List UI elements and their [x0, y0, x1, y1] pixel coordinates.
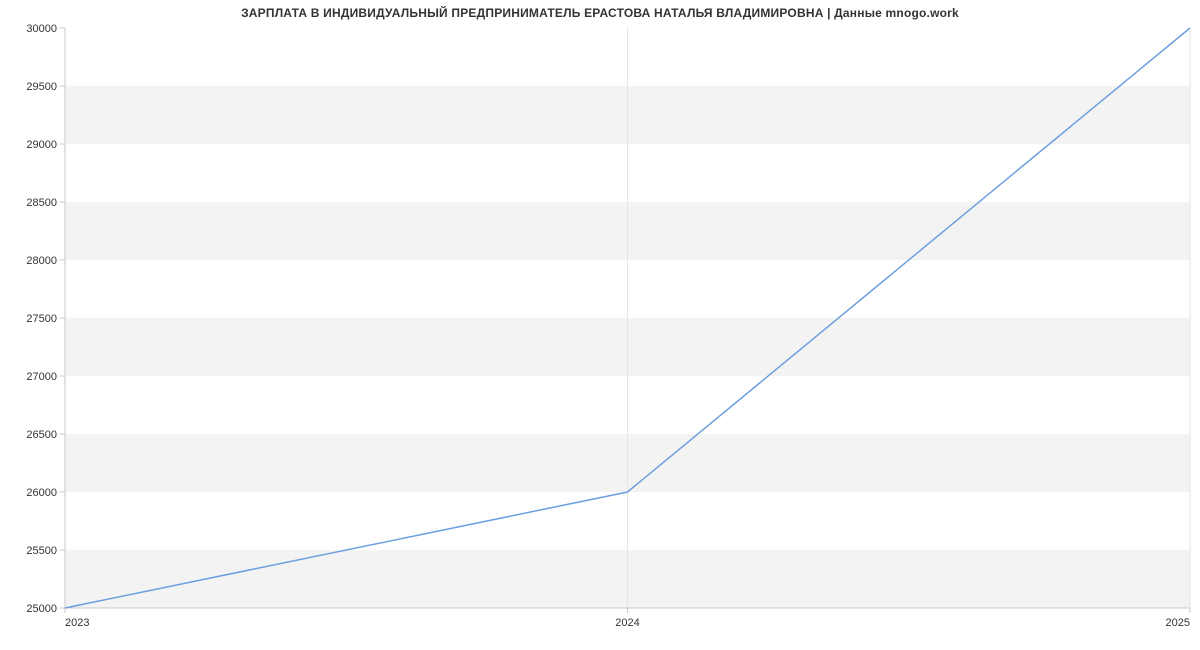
y-tick-label: 30000 [26, 23, 57, 35]
y-tick-label: 26500 [26, 429, 57, 441]
x-tick-label: 2023 [65, 617, 89, 629]
y-tick-label: 27000 [26, 371, 57, 383]
y-tick-label: 26000 [26, 487, 57, 499]
y-tick-label: 29500 [26, 81, 57, 93]
x-tick-label: 2024 [615, 617, 639, 629]
y-tick-label: 25500 [26, 545, 57, 557]
y-tick-label: 25000 [26, 603, 57, 615]
chart-svg: 25000 25500 26000 26500 27000 27500 28000 28500… [0, 0, 1200, 650]
y-tick-label: 28000 [26, 255, 57, 267]
x-tick-label: 2025 [1166, 617, 1190, 629]
y-tick-label: 27500 [26, 313, 57, 325]
y-tick-label: 29000 [26, 139, 57, 151]
chart-container: ЗАРПЛАТА В ИНДИВИДУАЛЬНЫЙ ПРЕДПРИНИМАТЕЛ… [0, 0, 1200, 650]
y-tick-label: 28500 [26, 197, 57, 209]
